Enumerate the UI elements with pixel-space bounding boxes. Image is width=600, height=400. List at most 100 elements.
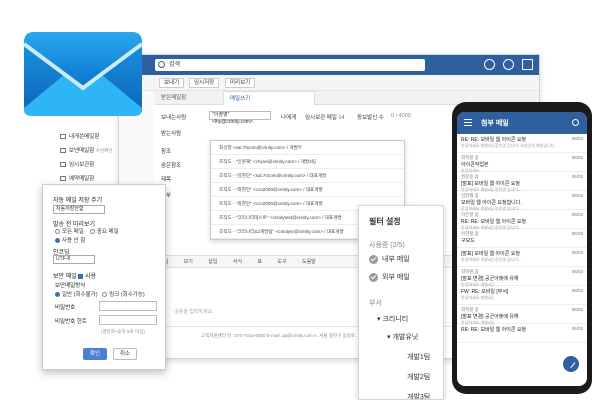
- logout-icon[interactable]: [522, 59, 533, 70]
- compose-fab-button[interactable]: [563, 356, 579, 372]
- mail-subject: 모바일 웹 아이콘 요청합니다.: [461, 200, 522, 206]
- tree-node-dev2[interactable]: 개발2팀: [407, 372, 430, 382]
- search-icon: [158, 61, 165, 68]
- search-input[interactable]: 검색: [155, 59, 425, 71]
- folder-scheduled[interactable]: 예약메일함: [60, 174, 130, 182]
- mobile-phone-frame: 첨부 메일 RE: RE: 모바일 웹 아이콘 요청 안녕하세요 개발4팀 장인영…: [452, 102, 592, 394]
- filter-settings-panel: 필터 설정 사용중 (2/5) 내부 메일 외부 메일 부서 ▾ 크리니티 ▾ …: [358, 205, 444, 400]
- tree-node-dev1[interactable]: 개발1팀: [407, 352, 430, 362]
- preview-all-option[interactable]: 모든 메일: [55, 229, 84, 235]
- temp-save-link[interactable]: 임시보관 메일 14: [305, 113, 345, 121]
- preview-none-option[interactable]: 사용 안 함: [55, 236, 85, 244]
- filter-title: 필터 설정: [369, 217, 401, 226]
- tab-compose[interactable]: 메일쓰기: [223, 91, 315, 105]
- cc-label: 참조: [161, 149, 172, 155]
- ok-button[interactable]: 확인: [83, 348, 107, 360]
- mail-date: 06/03: [571, 174, 583, 179]
- tree-node-crinity[interactable]: ▾ 크리니티: [377, 314, 408, 324]
- mail-subject: FW: RE: 모바일 [부서]: [461, 289, 509, 295]
- footer-info: 고객지원센터 전 : 070-7016-0000 E-mail: qa@crin…: [201, 333, 360, 338]
- mail-subject: [발표] 모바일 웹 아이콘 요청: [461, 251, 520, 257]
- mobile-mail-item[interactable]: FW: RE: 모바일 [부서] 안녕하세요 개발4팀 06/03: [457, 286, 587, 305]
- sender-label: 보내는사람: [161, 115, 187, 121]
- folder-sent[interactable]: 보낸메일함 수신확인: [60, 146, 130, 154]
- secure-link-option[interactable]: 링크 (회수가능): [102, 292, 145, 298]
- radio-icon: [55, 229, 60, 235]
- mail-subject: [발표 변경] 공군아랫에 유해: [461, 314, 519, 320]
- secure-type-label: 보안메일방식: [55, 283, 86, 289]
- save-draft-button[interactable]: 임시저장: [189, 78, 220, 88]
- mail-preview: 안녕하세요 개발4팀 장인영 입니다. 요청건의 메일입니다...: [461, 143, 558, 148]
- mobile-screen: 첨부 메일 RE: RE: 모바일 웹 아이콘 요청 안녕하세요 개발4팀 장인영…: [457, 112, 587, 386]
- mobile-mail-item[interactable]: 최목원 옹 [발표 변경] 공군아랫에 유해 안녕하세요 개발4팀 06/03: [457, 305, 587, 325]
- mobile-mail-item[interactable]: 이한철 옹 구보드 06/03: [457, 229, 587, 248]
- check-circle-icon: [369, 272, 378, 282]
- mobile-mail-item[interactable]: 최목원 옹 아이콘작업본 안녕하세요 06/03: [457, 153, 587, 173]
- mobile-mail-item[interactable]: 이은정 옹 RE: RE: 모바일 웹 아이콘 요청 안녕하세요 개발4팀 장인영 …: [457, 210, 587, 230]
- encoding-select[interactable]: UTF-8: [53, 255, 95, 264]
- send-button[interactable]: 보내기: [159, 78, 185, 88]
- cancel-button[interactable]: 취소: [113, 348, 137, 360]
- mail-date: 06/03: [571, 155, 583, 160]
- filter-in-use-count: 사용중 (2/5): [369, 242, 405, 249]
- autocomplete-item[interactable]: 조직도 - "최현민" <cco2000@crinity.com> / 대표개발: [211, 183, 404, 197]
- secure-normal-option[interactable]: 일반 (회수불가): [55, 292, 98, 298]
- mail-date: 06/03: [571, 288, 583, 293]
- sender-select[interactable]: "이영영" <lhy@crinity.com>: [209, 111, 271, 125]
- autocomplete-item[interactable]: 조직도 - "인원재" <chyoe@crinity.com> / 개발4팀: [211, 155, 404, 169]
- mail-subject: 아이콘작업본: [461, 162, 489, 168]
- mail-date: 06/03: [571, 307, 583, 312]
- mobile-mail-list: RE: RE: 모바일 웹 아이콘 요청 안녕하세요 개발4팀 장인영 입니다. …: [457, 134, 587, 343]
- help-icon[interactable]: [484, 59, 495, 70]
- tab-inbox[interactable]: 받은메일함: [155, 91, 192, 105]
- settings-icon[interactable]: [503, 59, 514, 70]
- radio-selected-icon: [55, 292, 60, 298]
- tree-node-dev3[interactable]: 개발3팀: [407, 392, 430, 399]
- editor-menu-item[interactable]: 보기: [184, 259, 193, 265]
- password-rule: (영문자+숫자 5자 이상): [101, 329, 145, 334]
- mail-subject: RE: RE: 모바일 웹 아이콘 요청: [461, 327, 527, 333]
- autocomplete-item[interactable]: 조직도 - "김현민" <sal.70com@crinity.com> / 대표…: [211, 169, 404, 183]
- password-input[interactable]: [99, 301, 157, 311]
- tree-node-dev-unit[interactable]: ▾ 개발유닛: [387, 332, 418, 342]
- preview-important-option[interactable]: 중요 메일: [89, 229, 119, 235]
- mail-preview: 안녕하세요 개발4팀: [461, 295, 494, 300]
- top-bar: 검색: [119, 55, 539, 75]
- folder-drafts[interactable]: 임시보관함: [60, 160, 130, 168]
- autocomplete-item[interactable]: 최선영 <sal.70com@crinity.com> / 개발부: [211, 141, 404, 155]
- mobile-mail-item[interactable]: RE: RE: 모바일 웹 아이콘 요청 안녕하세요 개발4팀 장인영 입니다. …: [457, 134, 587, 153]
- caret-down-icon: ▾: [377, 316, 381, 323]
- mail-date: 06/03: [571, 136, 583, 141]
- preview-button[interactable]: 미리보기: [225, 78, 256, 88]
- folder-sent-self[interactable]: 내게쓴메일함: [60, 132, 130, 140]
- folder-icon: [60, 148, 66, 154]
- editor-menu-item[interactable]: 표: [257, 259, 262, 265]
- editor-menu-item[interactable]: 도구: [277, 259, 286, 265]
- filter-external-mail[interactable]: 외부 메일: [369, 272, 410, 282]
- mail-subject: [발표] 모바일 웹 아이콘 요청: [461, 181, 520, 187]
- editor-menu-item[interactable]: 도움말: [302, 259, 316, 265]
- search-icon[interactable]: [572, 119, 579, 126]
- to-self-link[interactable]: 나에게: [281, 113, 296, 121]
- filter-internal-mail[interactable]: 내부 메일: [369, 254, 410, 264]
- mobile-mail-item[interactable]: 최목원 옹 [발표 변경] 공군아랫에 유해 안녕하세요 개발4팀 06/03: [457, 267, 587, 287]
- radio-icon: [102, 292, 108, 298]
- recipient-label: 받는사람: [161, 131, 182, 137]
- mail-date: 06/03: [571, 212, 583, 217]
- checkbox-checked-icon: [78, 273, 84, 279]
- password-hint-input[interactable]: [99, 315, 157, 325]
- mobile-mail-item[interactable]: [발표] 모바일 웹 아이콘 요청 안녕하세요 개발4팀 장인영 입니다... 06…: [457, 248, 587, 267]
- mobile-mail-item[interactable]: 권유용 옹 [발표] 모바일 웹 아이콘 요청 안녕하세요 개발4팀 장인영 입니다…: [457, 172, 587, 192]
- editor-menu-item[interactable]: 삽입: [208, 259, 217, 265]
- mobile-mail-item[interactable]: 김현재 옹 모바일 웹 아이콘 요청합니다. 안녕하세요 개발4팀 장인영 입니다.…: [457, 191, 587, 211]
- mobile-mail-item[interactable]: RE: RE: 모바일 웹 아이콘 요청 06/03: [457, 324, 587, 343]
- mobile-header: 첨부 메일: [457, 112, 587, 134]
- mail-subject: 구보드: [461, 238, 475, 244]
- autosave-interval-select[interactable]: 자동저장안함: [53, 205, 105, 214]
- mail-subject: [발표 변경] 공군아랫에 유해: [461, 276, 519, 282]
- mail-date: 06/03: [571, 326, 583, 331]
- radio-selected-icon: [55, 238, 60, 244]
- menu-icon[interactable]: [464, 119, 472, 126]
- editor-menu-item[interactable]: 서식: [233, 259, 242, 265]
- caret-down-icon: ▾: [387, 334, 391, 341]
